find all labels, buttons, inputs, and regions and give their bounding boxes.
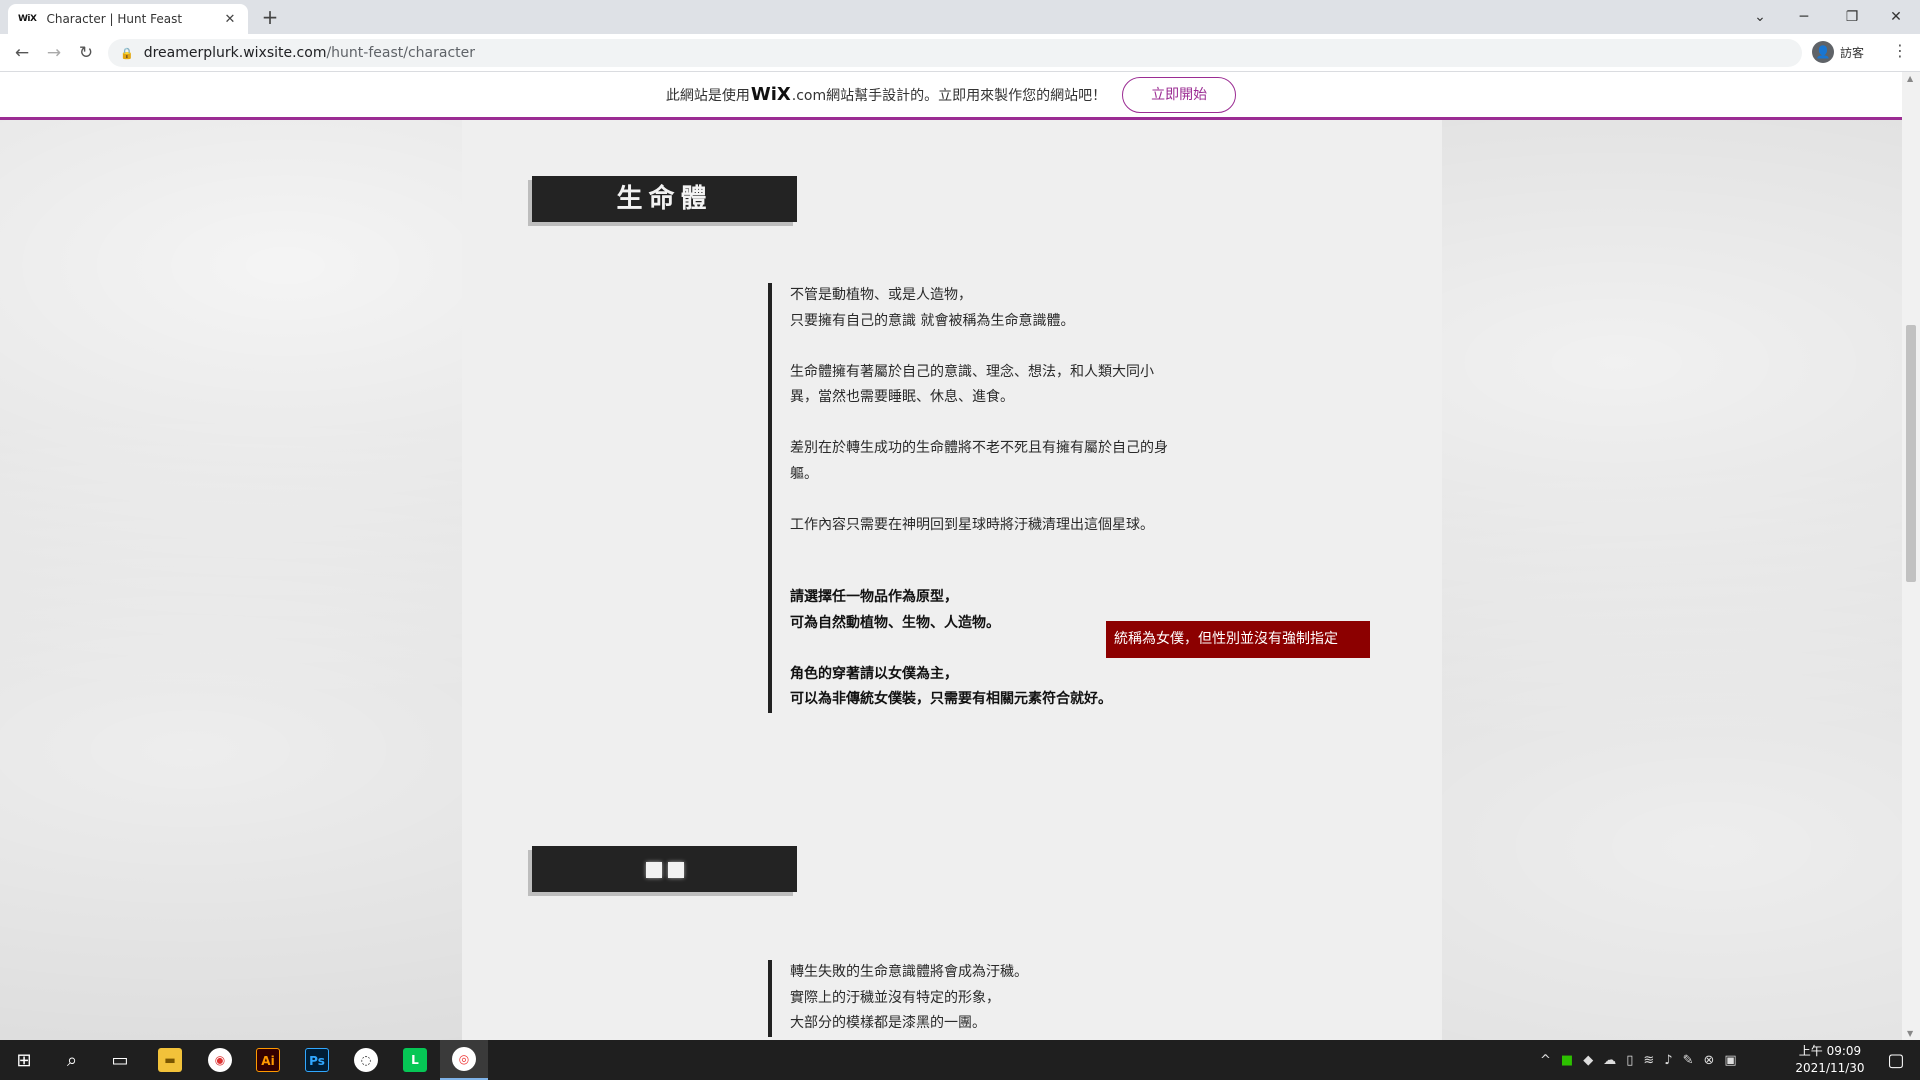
- reload-icon[interactable]: ↻: [74, 41, 98, 65]
- windows-start-icon[interactable]: ⊞: [0, 1040, 48, 1080]
- tab-search-icon[interactable]: ⌄: [1744, 4, 1776, 30]
- forward-icon[interactable]: →: [42, 41, 66, 65]
- profile-button[interactable]: 👤 訪客: [1812, 41, 1864, 63]
- notifications-icon[interactable]: ▢: [1872, 1040, 1920, 1080]
- new-tab-button[interactable]: +: [258, 6, 282, 30]
- main-content: 生命體 不管是動植物、或是人造物， 只要擁有自己的意識 就會被稱為生命意識體。 …: [462, 120, 1442, 1040]
- profile-label: 訪客: [1840, 45, 1865, 60]
- paragraph: 轉生失敗的生命意識體將會成為汙穢。 實際上的汙穢並沒有特定的形象， 大部分的模樣…: [790, 964, 1028, 1031]
- wix-favicon-icon: WiX: [18, 14, 37, 24]
- lock-icon: 🔒: [120, 46, 134, 60]
- device-icon[interactable]: ▯: [1626, 1053, 1633, 1068]
- chrome-profile-icon[interactable]: ◉: [196, 1040, 244, 1080]
- missing-glyph-icon: [645, 861, 662, 878]
- avatar-icon: 👤: [1812, 41, 1834, 63]
- system-tray: ^ ■ ◆ ☁ ▯ ≋ ♪ ✎ ⊗ ▣: [1540, 1040, 1747, 1080]
- pen-icon[interactable]: ✎: [1683, 1053, 1694, 1068]
- file-explorer-icon[interactable]: ▬: [146, 1040, 194, 1080]
- section-heading-lifeform: 生命體: [532, 176, 797, 222]
- browser-toolbar: ← → ↻ 🔒 dreamerplurk.wixsite.com/hunt-fe…: [0, 34, 1920, 72]
- wix-banner: 此網站是使用WiX.com網站幫手設計的。立即用來製作您的網站吧！ 立即開始: [0, 72, 1902, 120]
- missing-glyph-icon: [667, 861, 684, 878]
- url-path: /hunt-feast/character: [326, 45, 476, 61]
- wix-banner-message: 此網站是使用WiX.com網站幫手設計的。立即用來製作您的網站吧！: [665, 84, 1107, 105]
- ime-icon[interactable]: ▣: [1724, 1053, 1736, 1068]
- scroll-up-icon[interactable]: ▲: [1907, 74, 1913, 83]
- paragraph: 工作內容只需要在神明回到星球時將汙穢清理出這個星球。: [790, 516, 1154, 533]
- clock-time: 上午 09:09: [1798, 1044, 1862, 1058]
- browser-tab-active[interactable]: WiX Character | Hunt Feast ✕: [8, 4, 248, 34]
- scrollbar-thumb[interactable]: [1906, 325, 1916, 582]
- onedrive-icon[interactable]: ☁: [1603, 1053, 1616, 1068]
- section-heading-placeholder: [532, 846, 797, 892]
- paragraph-bold: 角色的穿著請以女僕為主， 可以為非傳統女僕裝，只需要有相關元素符合就好。: [790, 665, 1112, 708]
- page-viewport: 此網站是使用WiX.com網站幫手設計的。立即用來製作您的網站吧！ 立即開始 生…: [0, 72, 1902, 1040]
- chrome-icon[interactable]: ◎: [440, 1040, 488, 1080]
- tab-close-icon[interactable]: ✕: [222, 12, 238, 27]
- wix-start-button[interactable]: 立即開始: [1122, 76, 1237, 113]
- photoshop-icon[interactable]: Ps: [293, 1040, 341, 1080]
- task-view-icon[interactable]: ▭: [96, 1040, 144, 1080]
- browser-tabbar: WiX Character | Hunt Feast ✕ + ⌄ ─ ❐ ✕: [0, 0, 1920, 34]
- paragraph: 差別在於轉生成功的生命體將不老不死且有擁有屬於自己的身軀。: [790, 440, 1168, 482]
- line-icon[interactable]: L: [391, 1040, 439, 1080]
- wifi-icon[interactable]: ≋: [1643, 1053, 1654, 1068]
- windows-taskbar: ⊞ ⌕ ▭ ▬ ◉ Ai Ps ◌ L ◎ ^ ■ ◆ ☁ ▯ ≋ ♪ ✎ ⊗ …: [0, 1040, 1920, 1080]
- discord-icon[interactable]: ◆: [1583, 1053, 1593, 1068]
- maid-note-tag: 統稱為女僕，但性別並沒有強制指定: [1106, 621, 1370, 658]
- minimize-button[interactable]: ─: [1788, 4, 1820, 30]
- status-x-icon[interactable]: ⊗: [1703, 1053, 1714, 1068]
- volume-icon[interactable]: ♪: [1664, 1053, 1672, 1068]
- section2-text: 轉生失敗的生命意識體將會成為汙穢。 實際上的汙穢並沒有特定的形象， 大部分的模樣…: [768, 960, 1170, 1037]
- search-icon[interactable]: ⌕: [48, 1040, 96, 1080]
- paragraph: 不管是動植物、或是人造物， 只要擁有自己的意識 就會被稱為生命意識體。: [790, 287, 1075, 329]
- tab-title: Character | Hunt Feast: [46, 12, 183, 26]
- wix-logo: WiX: [750, 84, 791, 105]
- wechat-icon[interactable]: ■: [1561, 1053, 1573, 1068]
- restore-button[interactable]: ❐: [1836, 4, 1868, 30]
- line-alt-icon[interactable]: ◌: [342, 1040, 390, 1080]
- tray-expand-icon[interactable]: ^: [1540, 1053, 1551, 1068]
- taskbar-clock[interactable]: 上午 09:09 2021/11/30: [1790, 1043, 1870, 1077]
- menu-icon[interactable]: ⋮: [1892, 41, 1908, 60]
- paragraph: 生命體擁有著屬於自己的意識、理念、想法，和人類大同小異，當然也需要睡眠、休息、進…: [790, 363, 1154, 406]
- scroll-down-icon[interactable]: ▼: [1907, 1029, 1913, 1038]
- address-bar[interactable]: 🔒 dreamerplurk.wixsite.com/hunt-feast/ch…: [108, 39, 1802, 67]
- page-scrollbar[interactable]: ▲ ▼: [1902, 72, 1920, 1040]
- illustrator-icon[interactable]: Ai: [244, 1040, 292, 1080]
- url-host: dreamerplurk.wixsite.com: [143, 45, 327, 61]
- close-window-button[interactable]: ✕: [1880, 4, 1912, 30]
- clock-date: 2021/11/30: [1795, 1061, 1865, 1075]
- back-icon[interactable]: ←: [10, 41, 34, 65]
